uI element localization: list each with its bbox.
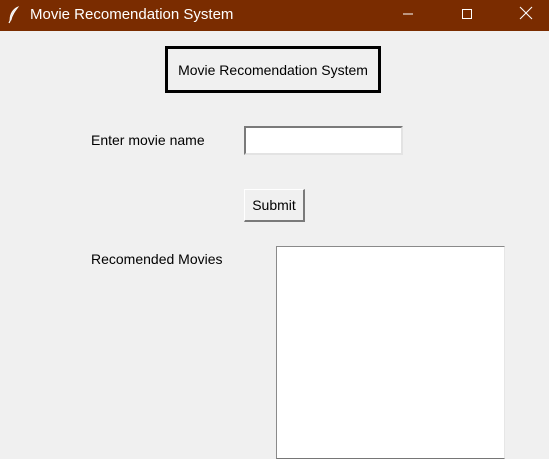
title-bar[interactable]: Movie Recomendation System: [0, 0, 549, 31]
close-icon: [519, 6, 533, 25]
close-button[interactable]: [503, 0, 549, 31]
submit-button[interactable]: Submit: [244, 189, 305, 222]
window-title: Movie Recomendation System: [30, 6, 234, 23]
maximize-icon: [461, 7, 473, 25]
feather-icon: [7, 6, 21, 24]
recommended-movies-textbox[interactable]: [276, 246, 505, 459]
minimize-button[interactable]: [385, 0, 431, 31]
maximize-button[interactable]: [444, 0, 490, 31]
recommended-movies-label: Recomended Movies: [91, 251, 223, 267]
minimize-icon: [402, 7, 414, 25]
page-title: Movie Recomendation System: [165, 46, 381, 93]
movie-name-label: Enter movie name: [91, 132, 205, 148]
movie-name-input[interactable]: [244, 126, 403, 155]
